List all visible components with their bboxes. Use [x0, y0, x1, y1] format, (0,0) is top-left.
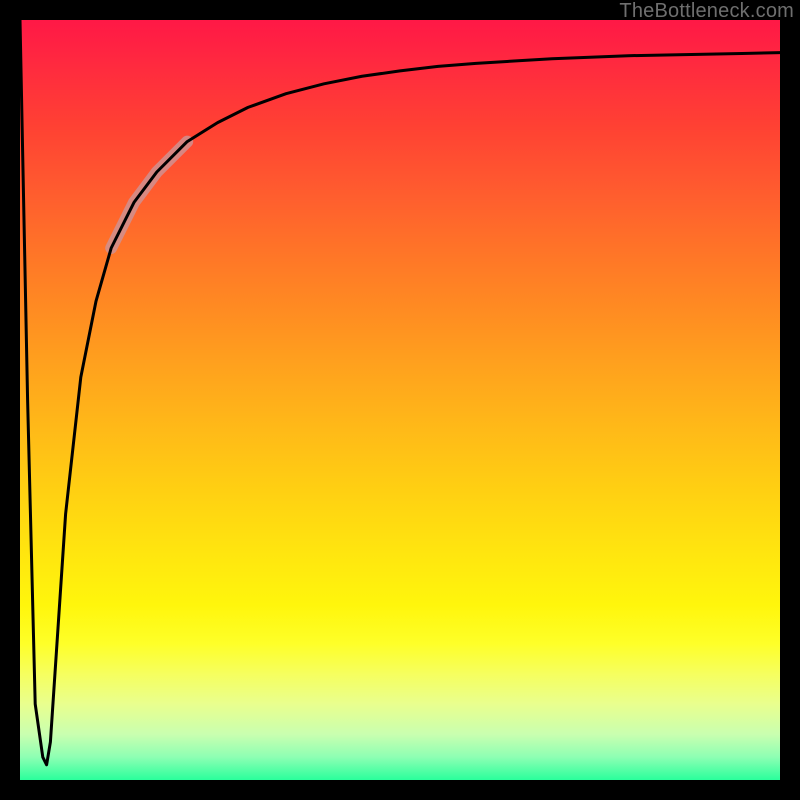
chart-plot-area	[20, 20, 780, 780]
chart-frame: TheBottleneck.com	[0, 0, 800, 800]
highlight-segment	[111, 142, 187, 248]
chart-svg	[20, 20, 780, 780]
curve-path	[20, 20, 780, 765]
attribution-label: TheBottleneck.com	[619, 0, 794, 23]
